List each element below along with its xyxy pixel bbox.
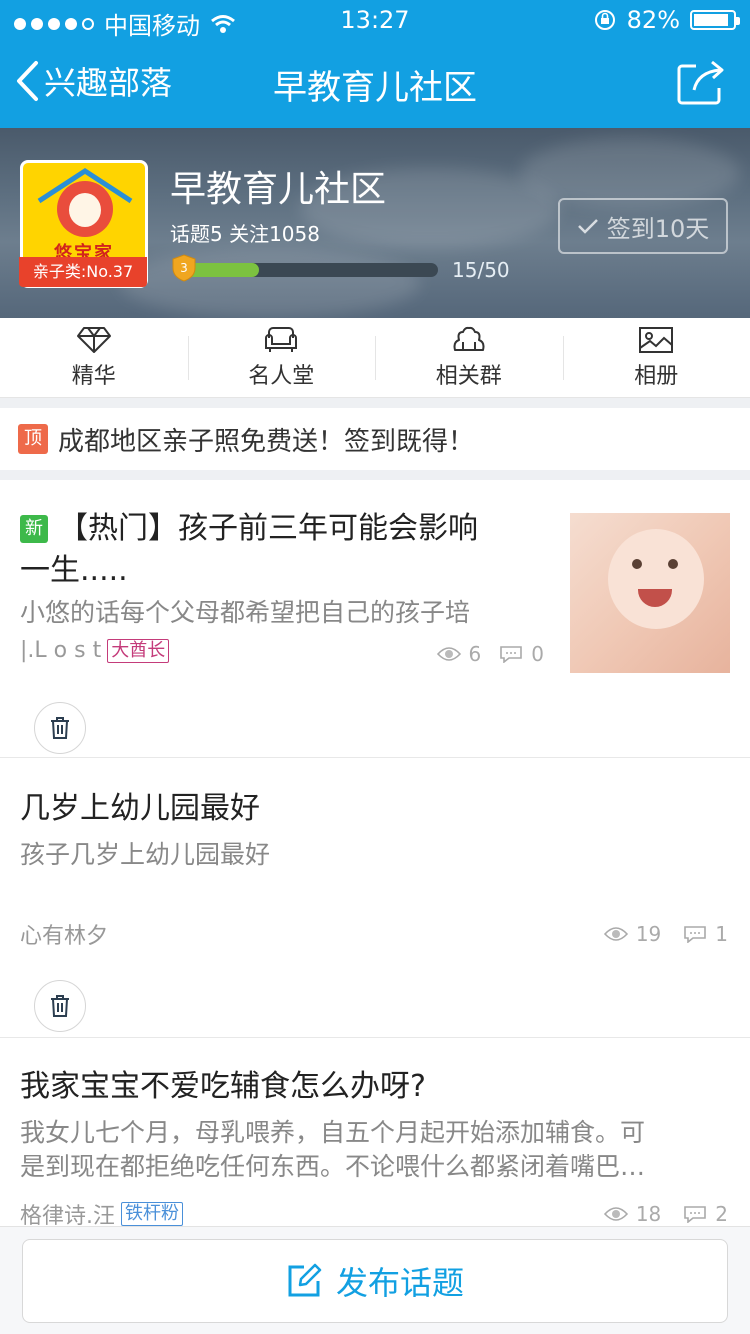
progress-text: 15/50 <box>452 258 510 282</box>
nav-bar: 兴趣部落 早教育儿社区 <box>0 40 750 128</box>
pinned-tag: 顶 <box>18 424 48 454</box>
post-title: 几岁上幼儿园最好 <box>20 791 260 826</box>
comment-icon <box>684 1206 707 1223</box>
feature-menu: 精华 名人堂 相关群 相册 <box>0 318 750 398</box>
post-title-line2: 一生..... <box>20 553 128 588</box>
notice-text: 成都地区亲子照免费送！签到既得！ <box>58 426 475 457</box>
trash-icon <box>51 717 69 739</box>
section-divider <box>0 470 750 480</box>
eye-icon <box>603 1207 628 1221</box>
eye-icon <box>603 927 628 941</box>
menu-item-album[interactable]: 相册 <box>562 318 750 397</box>
group-name: 早教育儿社区 <box>170 169 387 210</box>
comment-icon <box>500 646 523 663</box>
author-badge: 铁杆粉 <box>121 1202 183 1226</box>
menu-item-hall-of-fame[interactable]: 名人堂 <box>187 318 376 397</box>
post-stats: 18 2 <box>603 1202 728 1226</box>
check-icon <box>577 219 598 234</box>
edit-icon <box>288 1263 322 1297</box>
pinned-notice[interactable]: 顶 成都地区亲子照免费送！签到既得！ <box>0 408 750 470</box>
share-icon[interactable] <box>676 58 728 106</box>
author-name: 心有林夕 <box>20 924 109 949</box>
comment-icon <box>684 926 707 943</box>
bottom-bar: 发布话题 <box>0 1226 750 1334</box>
comment-count: 1 <box>715 922 728 946</box>
menu-item-highlights[interactable]: 精华 <box>0 318 188 397</box>
level-shield-icon: 3 <box>172 254 196 282</box>
level-number: 3 <box>180 261 188 275</box>
battery-percent: 82% <box>626 6 680 34</box>
section-divider <box>0 398 750 408</box>
post-summary: 孩子几岁上幼儿园最好 <box>20 840 271 869</box>
post-title: 新【热门】孩子前三年可能会影响 一生..... <box>20 508 550 592</box>
post-summary: 小悠的话每个父母都希望把自己的孩子培 <box>20 598 471 627</box>
publish-label: 发布话题 <box>335 1264 464 1302</box>
post-title: 我家宝宝不爱吃辅食怎么办呀? <box>20 1069 426 1104</box>
menu-label-album: 相册 <box>634 363 679 389</box>
eye-icon <box>436 647 461 661</box>
post-summary: 我女儿七个月，母乳喂养，自五个月起开始添加辅食。可 是到现在都拒绝吃任何东西。不… <box>20 1116 645 1184</box>
post-summary-line2: 是到现在都拒绝吃任何东西。不论喂什么都紧闭着嘴巴… <box>20 1152 646 1181</box>
battery-icon <box>690 10 740 30</box>
image-icon <box>639 326 674 353</box>
post-stats: 19 1 <box>603 922 728 946</box>
post-title-line1: 【热门】孩子前三年可能会影响 <box>58 511 478 546</box>
menu-item-related-groups[interactable]: 相关群 <box>375 318 563 397</box>
post-thumbnail <box>570 513 730 673</box>
view-count: 19 <box>635 922 662 946</box>
comment-count: 0 <box>531 642 544 666</box>
post-author: 心有林夕 <box>20 918 108 950</box>
publish-topic-button[interactable]: 发布话题 <box>22 1239 728 1323</box>
post-item[interactable]: 我家宝宝不爱吃辅食怎么办呀? 我女儿七个月，母乳喂养，自五个月起开始添加辅食。可… <box>0 1038 750 1229</box>
page-title: 早教育儿社区 <box>273 68 477 108</box>
post-stats: 6 0 <box>436 642 544 666</box>
comment-count: 2 <box>715 1202 728 1226</box>
status-bar: 中国移动 13:27 82% <box>0 0 750 40</box>
delete-button[interactable] <box>34 980 86 1032</box>
group-stats: 话题5 关注1058 <box>170 222 320 246</box>
menu-label-related-groups: 相关群 <box>435 363 502 389</box>
author-badge: 大酋长 <box>107 638 170 663</box>
view-count: 18 <box>635 1202 662 1226</box>
signin-button[interactable]: 签到10天 <box>558 198 728 254</box>
post-summary-line1: 我女儿七个月，母乳喂养，自五个月起开始添加辅食。可 <box>20 1118 646 1147</box>
delete-button[interactable] <box>34 702 86 754</box>
menu-label-hall-of-fame: 名人堂 <box>248 363 315 389</box>
author-name: |.L o s t <box>20 638 102 663</box>
rank-badge: 亲子类:No.37 <box>19 257 147 287</box>
rotation-lock-icon <box>594 10 615 30</box>
post-item[interactable]: 新【热门】孩子前三年可能会影响 一生..... 小悠的话每个父母都希望把自己的孩… <box>0 480 750 758</box>
post-item[interactable]: 几岁上幼儿园最好 孩子几岁上幼儿园最好 心有林夕 19 1 <box>0 758 750 1038</box>
menu-label-highlights: 精华 <box>71 363 116 389</box>
diamond-icon <box>76 326 111 353</box>
signin-label: 签到10天 <box>606 214 710 243</box>
sofa-icon <box>265 326 298 352</box>
view-count: 6 <box>468 642 482 666</box>
new-tag: 新 <box>20 515 48 543</box>
trash-icon <box>51 995 69 1017</box>
level-progress-bar <box>182 263 438 277</box>
post-author: |.L o s t 大酋长 <box>20 638 170 663</box>
group-icon <box>453 326 485 351</box>
